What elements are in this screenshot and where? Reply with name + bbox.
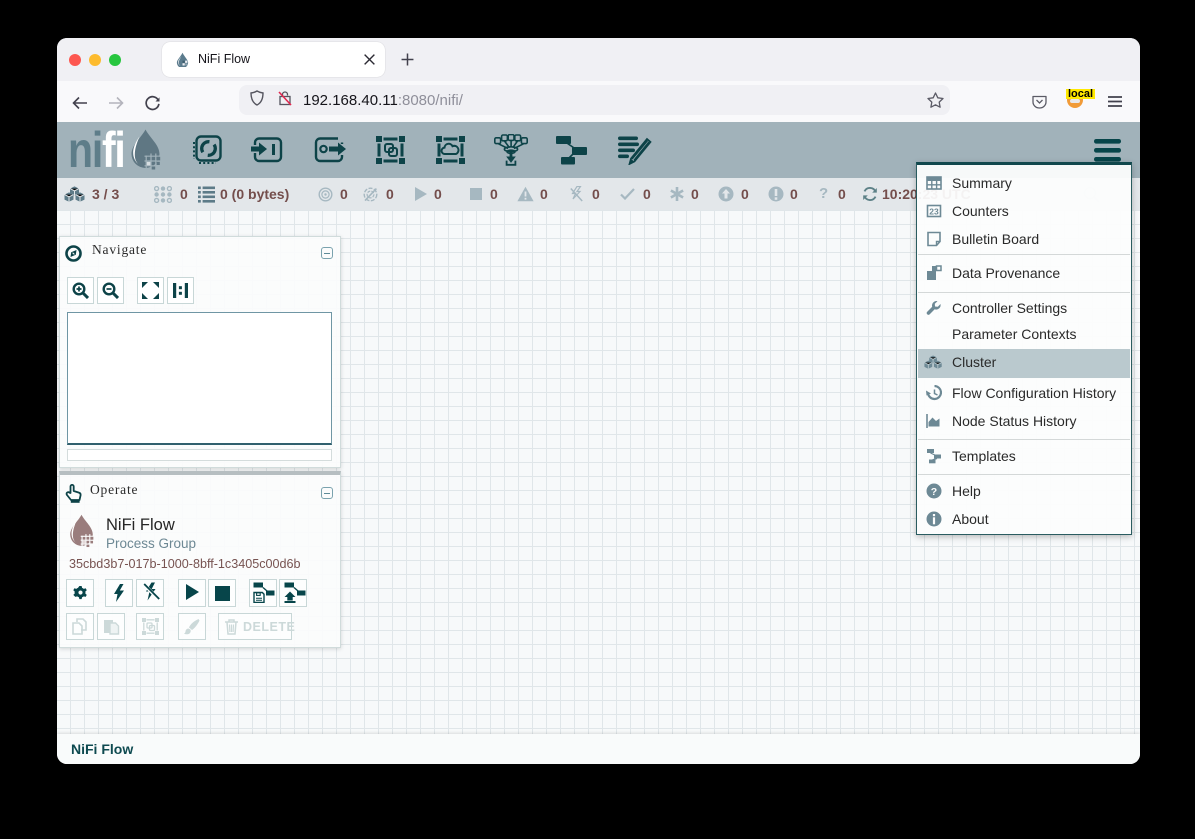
svg-text:?: ? bbox=[931, 485, 937, 497]
svg-text:23: 23 bbox=[929, 206, 939, 216]
